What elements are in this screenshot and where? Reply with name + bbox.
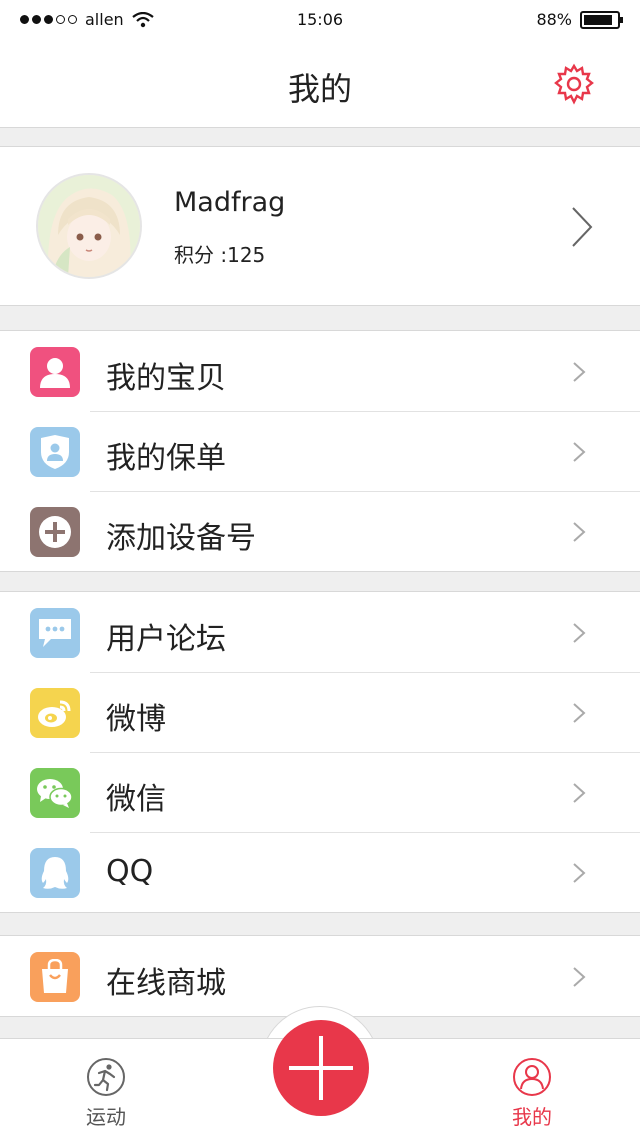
tab-label: 我的 xyxy=(512,1105,552,1129)
qq-penguin-icon xyxy=(30,848,80,898)
add-button[interactable] xyxy=(273,1020,369,1116)
user-icon xyxy=(513,1058,551,1096)
menu-item-label: QQ xyxy=(106,854,154,889)
tab-sport[interactable]: 运动 xyxy=(66,1057,146,1130)
gear-icon[interactable] xyxy=(552,62,596,106)
chevron-right-icon xyxy=(573,623,586,643)
tab-label: 运动 xyxy=(86,1105,126,1129)
menu-item-forum[interactable]: 用户论坛 xyxy=(0,592,640,672)
battery-fill xyxy=(584,14,613,25)
navigation-bar: 我的 xyxy=(0,40,640,128)
chevron-right-icon xyxy=(572,207,593,247)
profile-score: 积分 :125 xyxy=(174,243,266,267)
chevron-right-icon xyxy=(573,703,586,723)
chevron-right-icon xyxy=(573,442,586,462)
menu-item-label: 在线商城 xyxy=(106,966,226,1001)
menu-group-account: 我的宝贝 我的保单 添加设备号 xyxy=(0,330,640,572)
menu-item-label: 我的保单 xyxy=(106,441,226,476)
plus-circle-icon xyxy=(30,507,80,557)
profile-card[interactable]: Madfrag 积分 :125 xyxy=(0,146,640,306)
menu-group-social: 用户论坛 微博 微信 QQ xyxy=(0,591,640,913)
shield-icon xyxy=(30,427,80,477)
menu-item-label: 添加设备号 xyxy=(106,521,256,556)
menu-item-label: 微博 xyxy=(106,702,166,737)
shopping-bag-icon xyxy=(30,952,80,1002)
chevron-right-icon xyxy=(573,783,586,803)
chevron-right-icon xyxy=(573,522,586,542)
page-title: 我的 xyxy=(287,70,352,108)
chevron-right-icon xyxy=(573,863,586,883)
status-bar: allen 15:06 88% xyxy=(0,0,640,40)
weibo-icon xyxy=(30,688,80,738)
menu-item-wechat[interactable]: 微信 xyxy=(0,752,640,832)
menu-item-qq[interactable]: QQ xyxy=(0,832,640,912)
avatar[interactable] xyxy=(36,173,142,279)
person-icon xyxy=(30,347,80,397)
menu-item-my-policy[interactable]: 我的保单 xyxy=(0,411,640,491)
wechat-icon xyxy=(30,768,80,818)
battery-icon xyxy=(580,10,623,29)
menu-item-my-baby[interactable]: 我的宝贝 xyxy=(0,331,640,411)
menu-item-add-device[interactable]: 添加设备号 xyxy=(0,491,640,571)
chat-bubble-icon xyxy=(30,608,80,658)
menu-item-label: 微信 xyxy=(106,782,166,817)
profile-name: Madfrag xyxy=(174,187,286,218)
chevron-right-icon xyxy=(573,967,586,987)
menu-item-label: 用户论坛 xyxy=(106,622,226,657)
menu-item-online-store[interactable]: 在线商城 xyxy=(0,936,640,1016)
menu-item-weibo[interactable]: 微博 xyxy=(0,672,640,752)
avatar-image xyxy=(38,175,140,277)
menu-group-store: 在线商城 xyxy=(0,935,640,1017)
status-right: 88% xyxy=(536,10,623,29)
battery-percentage: 88% xyxy=(536,10,572,29)
menu-item-label: 我的宝贝 xyxy=(106,361,226,396)
running-icon xyxy=(87,1058,125,1096)
tab-mine[interactable]: 我的 xyxy=(492,1057,572,1130)
chevron-right-icon xyxy=(573,362,586,382)
